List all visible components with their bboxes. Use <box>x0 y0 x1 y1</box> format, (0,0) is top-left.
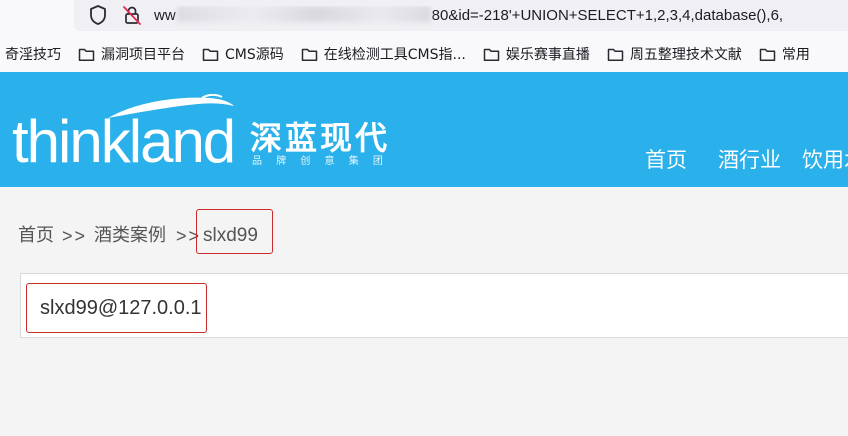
annotation-box-breadcrumb <box>196 209 273 254</box>
nav-drinking-water[interactable]: 饮用水 <box>802 146 848 174</box>
shield-icon[interactable] <box>88 4 108 26</box>
logo-tagline: 品 牌 创 意 集 团 <box>252 156 389 167</box>
site-header: thinkland 深蓝现代 品 牌 创 意 集 团 首页 酒行业 饮用水 <box>0 72 848 187</box>
browser-toolbar: ww 80&id=-218'+UNION+SELECT+1,2,3,4,datab… <box>0 0 848 36</box>
folder-icon <box>607 48 624 61</box>
nav-wine-industry[interactable]: 酒行业 <box>718 146 781 174</box>
bookmark-item[interactable]: 周五整理技术文献 <box>607 44 742 64</box>
bookmark-item[interactable]: CMS源码 <box>202 44 284 64</box>
bookmark-label: 娱乐赛事直播 <box>505 47 590 63</box>
bookmark-item[interactable]: 奇淫技巧 <box>5 44 61 64</box>
folder-icon <box>202 48 219 61</box>
breadcrumb-home[interactable]: 首页 <box>18 224 54 248</box>
bookmarks-bar: 奇淫技巧 漏洞项目平台 CMS源码 在线检测工具CMS指... 娱乐赛事直播 周五整理技术… <box>0 36 848 72</box>
bookmark-item[interactable]: 在线检测工具CMS指... <box>301 44 466 64</box>
bookmark-item[interactable]: 常用 <box>759 44 848 64</box>
bookmark-label: 漏洞项目平台 <box>101 47 185 63</box>
breadcrumb-category[interactable]: 酒类案例 <box>94 224 166 248</box>
lock-slash-icon[interactable] <box>121 4 143 26</box>
url-suffix: 80&id=-218'+UNION+SELECT+1,2,3,4,databas… <box>431 7 784 24</box>
url-prefix: ww <box>154 7 176 24</box>
folder-icon <box>301 48 317 61</box>
logo-text[interactable]: thinkland <box>12 112 236 172</box>
logo-chinese: 深蓝现代 <box>250 119 391 157</box>
result-value: slxd99@127.0.0.1 <box>40 297 202 319</box>
folder-icon <box>759 48 776 61</box>
breadcrumb-separator: >> <box>62 226 88 246</box>
bookmark-label: 周五整理技术文献 <box>629 47 742 63</box>
url-blurred-segment <box>176 6 431 22</box>
bookmark-label: 奇淫技巧 <box>5 47 61 63</box>
bookmark-label: 常用 <box>781 47 810 63</box>
bookmark-item[interactable]: 娱乐赛事直播 <box>483 44 590 64</box>
nav-home[interactable]: 首页 <box>645 146 687 174</box>
url-text[interactable]: ww 80&id=-218'+UNION+SELECT+1,2,3,4,datab… <box>154 6 848 26</box>
bookmark-item[interactable]: 漏洞项目平台 <box>78 44 185 64</box>
folder-icon <box>483 48 500 61</box>
bookmark-label: 在线检测工具CMS指... <box>323 47 466 63</box>
folder-icon <box>78 48 95 61</box>
screenshot: ww 80&id=-218'+UNION+SELECT+1,2,3,4,datab… <box>0 0 848 436</box>
bookmark-label: CMS源码 <box>225 47 284 63</box>
